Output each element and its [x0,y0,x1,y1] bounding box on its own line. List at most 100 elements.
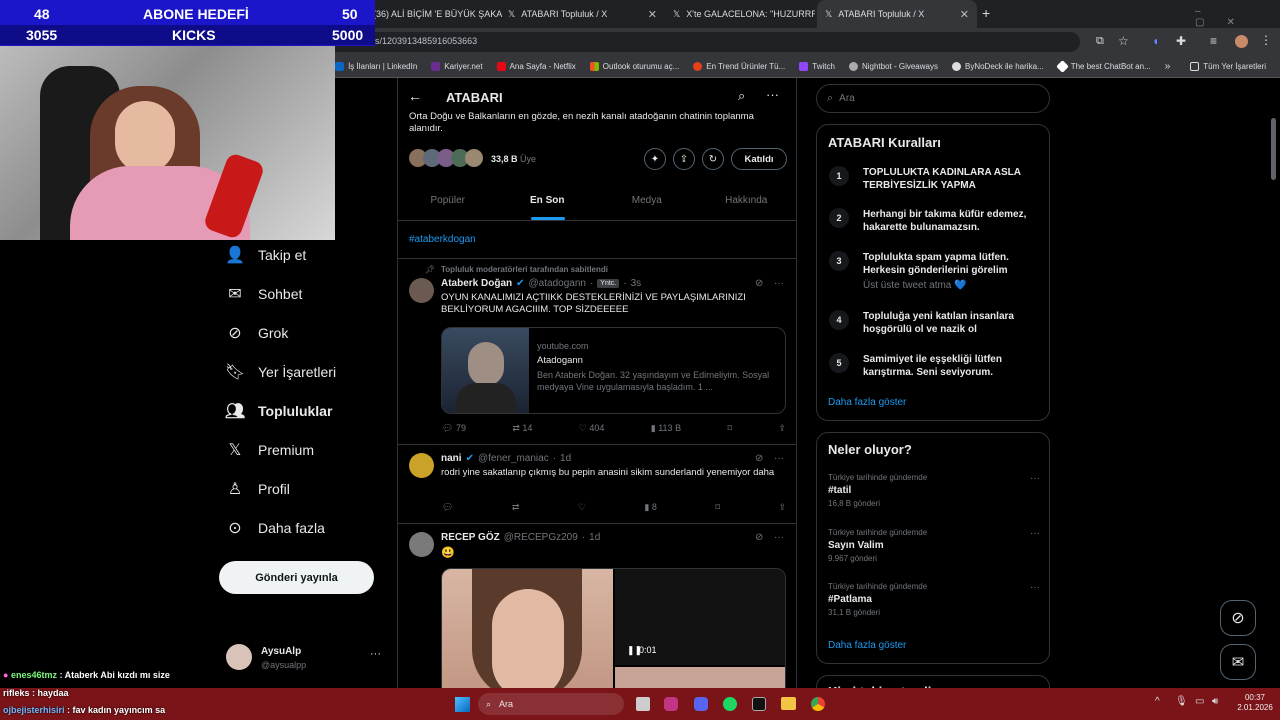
author-name[interactable]: nani [441,453,462,464]
browser-tab-active[interactable]: 𝕏 ATABARI Topluluk / X ✕ [817,0,977,28]
extension-icon[interactable]: ◖ [1152,34,1159,48]
scrollbar-thumb[interactable] [1271,118,1276,180]
messages-fab[interactable]: ✉ [1220,644,1256,680]
taskbar-search[interactable]: ⌕ Ara [478,693,624,715]
windows-start-icon[interactable] [455,697,470,712]
media-image[interactable] [615,667,785,688]
grok-icon[interactable]: ⊘ [755,278,763,289]
clock[interactable]: 00:37 2.01.2026 [1233,693,1277,713]
tab-media[interactable]: Medya [597,181,697,220]
more-icon[interactable]: ··· [370,648,381,660]
bookmark-chatbot[interactable]: The best ChatBot an... [1055,60,1151,73]
nav-grok[interactable]: ⊘ Grok [226,324,288,342]
joined-button[interactable]: Katıldı [731,148,787,170]
bookmark-twitch[interactable]: Twitch [799,62,835,71]
author-handle[interactable]: @fener_maniac [478,453,549,464]
trend-item[interactable]: Türkiye tarihinde gündemde #Patlama 31,1… [828,582,1040,622]
task-view-icon[interactable] [636,697,650,711]
rule-item[interactable]: 3 Toplulukta spam yapma lütfen. Herkesin … [829,251,1035,292]
bookmark-outlook[interactable]: Outlook oturumu aç... [589,62,679,71]
close-icon[interactable]: ✕ [960,8,969,21]
more-icon[interactable]: ··· [774,453,784,464]
reply-button[interactable]: 💬︎ [442,502,453,513]
avatar[interactable] [1235,35,1248,48]
grok-fab[interactable]: ⊘ [1220,600,1256,636]
more-icon[interactable]: ··· [774,532,784,543]
all-bookmarks-button[interactable]: Tüm Yer İşaretleri [1190,62,1266,71]
more-icon[interactable]: ··· [1030,528,1040,539]
avatar[interactable] [409,278,434,303]
media-video[interactable]: ❚❚ 0:01 [615,569,785,665]
rule-item[interactable]: 4 Topluluğa yeni katılan insanlara hoşgör… [829,310,1035,336]
microphone-icon[interactable]: 🎙︎ [1175,696,1188,707]
pinned-post[interactable]: 📌︎ Topluluk moderatörleri tarafından sab… [398,259,796,445]
star-icon[interactable]: ☆ [1118,34,1129,48]
window-controls[interactable]: –▢✕ [1195,6,1280,28]
browser-tab[interactable]: (36) ALİ BİÇİM 'E BÜYÜK ŞAKA✕ [365,0,505,28]
bookmark-trend[interactable]: En Trend Ürünler Tü... [693,62,785,71]
browser-tab[interactable]: 𝕏X'te GALACELONA: "HUZURRR✕ [665,0,815,28]
nav-profile[interactable]: ♙ Profil [226,480,290,498]
tab-latest[interactable]: En Son [498,181,598,220]
avatar[interactable] [409,453,434,478]
account-switcher[interactable]: AysuAlp @aysualpp ··· [226,644,386,674]
author-name[interactable]: Ataberk Doğan [441,278,512,289]
avatar[interactable] [409,532,434,557]
media-image[interactable] [442,569,613,688]
folder-icon[interactable] [781,697,796,710]
post-time[interactable]: 3s [631,278,642,289]
more-icon[interactable]: ··· [774,278,784,289]
tab-popular[interactable]: Popüler [398,181,498,220]
nav-communities[interactable]: 👥︎ Topluluklar [225,402,333,420]
reply-button[interactable]: 💬︎ 79 [442,423,466,434]
member-count[interactable]: 33,8 B Üye [491,154,536,164]
rule-item[interactable]: 2 Herhangi bir takıma küfür edemez, hakar… [829,208,1035,234]
more-icon[interactable]: ··· [1030,582,1040,593]
post-time[interactable]: 1d [589,532,600,543]
browser-tab[interactable]: 𝕏 ATABARI Topluluk / X ✕ [500,0,665,28]
post[interactable]: nani ✔ @fener_maniac · 1d ⊘ ··· rodri yi… [398,445,796,524]
rule-item[interactable]: 5 Samimiyet ile eşşekliği lütfen karıştır… [829,353,1035,379]
author-handle[interactable]: @RECEPGz209 [504,532,578,543]
search-input[interactable]: ⌕ Ara [816,84,1050,113]
views-button[interactable]: ▮ 113 B [651,423,681,434]
network-icon[interactable]: ▭ [1195,696,1204,707]
discord-icon[interactable] [694,697,708,711]
close-icon[interactable]: ✕ [648,8,657,21]
media-grid[interactable]: ❚❚ 0:01 [441,568,786,688]
bookmark-netflix[interactable]: Ana Sayfa - Netflix [496,62,576,71]
bookmark-nightbot[interactable]: Nightbot - Giveaways [848,62,938,71]
views-button[interactable]: ▮ 8 [644,502,656,513]
x-app-icon[interactable] [752,697,766,711]
bookmark-linkedin[interactable]: İş İlanları | LinkedIn [335,62,417,71]
address-input[interactable]: /i/communities/1203913485916053663 [310,32,1080,52]
hashtag-link[interactable]: #ataberkdogan [409,234,476,245]
more-icon[interactable]: ··· [766,87,779,102]
trend-item[interactable]: Türkiye tarihinde gündemde #tatil 16,8 B… [828,473,1040,513]
like-button[interactable]: ♡ [578,502,586,513]
grok-icon[interactable]: ⊘ [755,453,763,464]
nav-follow[interactable]: 👤 Takip et [225,246,306,264]
grok-icon[interactable]: ⊘ [755,532,763,543]
install-icon[interactable]: ⧉ [1096,35,1104,48]
rule-item[interactable]: 1 TOPLULUKTA KADINLARA ASLA TERBİYESİZLİK… [829,166,1035,192]
bookmark-bynodeck[interactable]: ByNoDeck ile harika... [951,62,1044,71]
new-tab-button[interactable]: + [982,5,990,21]
nav-more[interactable]: ⊙ Daha fazla [226,519,325,537]
author-handle[interactable]: @atadogann [529,278,586,289]
share-button[interactable]: ⇪ [778,502,786,513]
tab-about[interactable]: Hakkında [697,181,797,220]
instagram-icon[interactable] [664,697,678,711]
bookmark-button[interactable]: ⌑ [715,502,720,513]
bookmarks-more-button[interactable]: » [1165,61,1171,72]
trends-show-more-link[interactable]: Daha fazla göster [828,640,906,651]
rules-show-more-link[interactable]: Daha fazla göster [828,397,906,408]
tray-chevron-icon[interactable]: ^ [1155,696,1160,707]
kebab-icon[interactable]: ⋮ [1260,33,1272,47]
chrome-icon[interactable] [811,697,825,711]
link-card[interactable]: youtube.com Atadogann Ben Ataberk Doğan.… [441,327,786,414]
share-button[interactable]: ⇪ [778,423,786,434]
bookmark-kariyer[interactable]: Kariyer.net [431,62,483,71]
bookmark-button[interactable]: ⌑ [727,423,732,434]
share-icon[interactable]: ⇪ [673,148,695,170]
